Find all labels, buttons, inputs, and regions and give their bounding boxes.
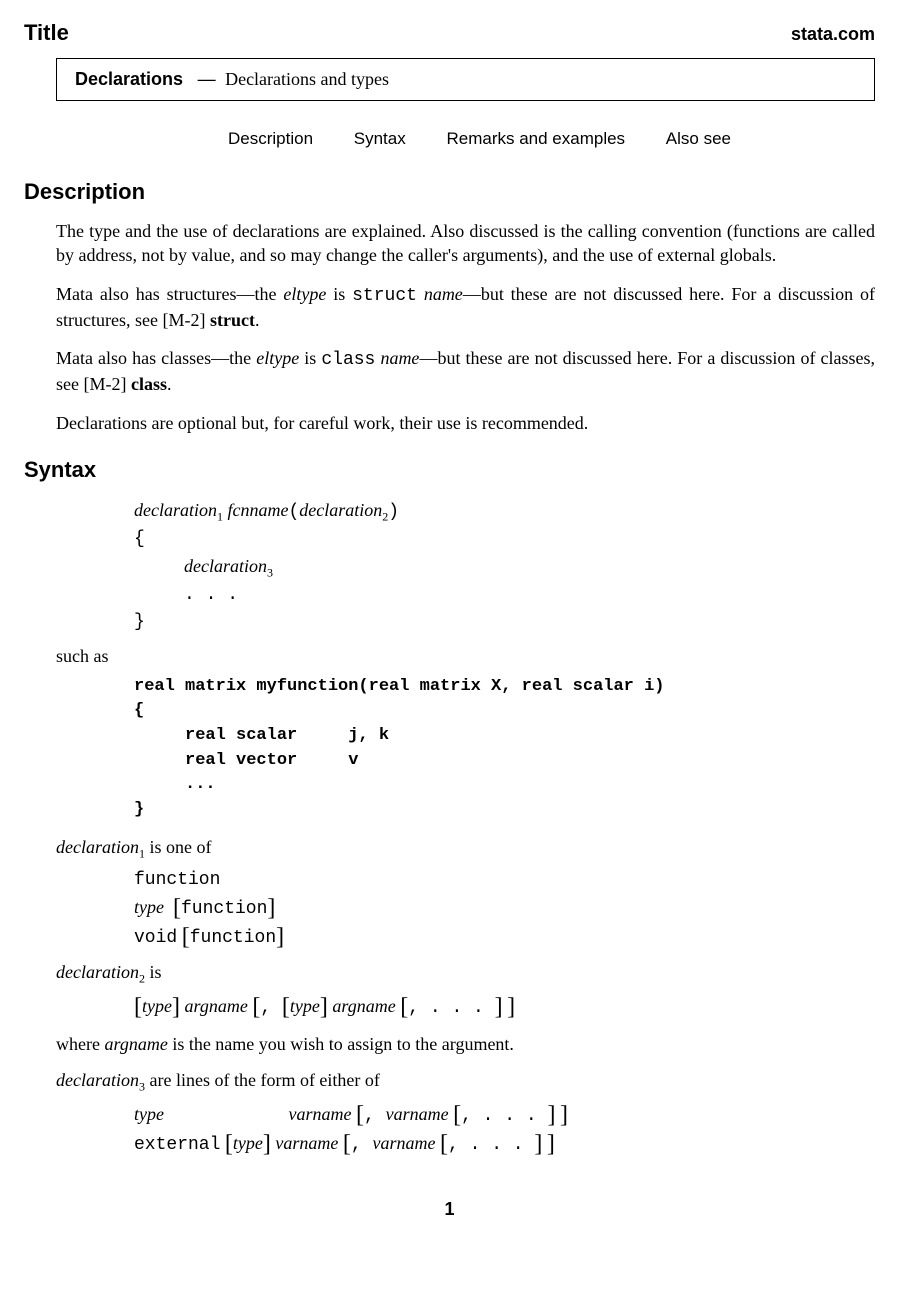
- section-description-heading: Description: [24, 179, 875, 205]
- page-title: Title: [24, 20, 69, 46]
- nav-syntax[interactable]: Syntax: [354, 129, 406, 148]
- declaration2-label: declaration2 is: [56, 962, 875, 987]
- such-as-label: such as: [56, 646, 875, 667]
- page-number: 1: [24, 1199, 875, 1220]
- section-syntax-heading: Syntax: [24, 457, 875, 483]
- desc-para-2: Mata also has structures—the eltype is s…: [56, 282, 875, 333]
- declaration3-grammar: type varname [, varname [, . . . ] ] ext…: [134, 1101, 875, 1159]
- box-desc: Declarations and types: [225, 69, 389, 89]
- argname-note: where argname is the name you wish to as…: [56, 1032, 875, 1056]
- declaration2-grammar: [type] argname [, [type] argname [, . . …: [134, 993, 875, 1022]
- declaration1-options: function type [function] void [function]: [134, 867, 875, 952]
- nav-remarks[interactable]: Remarks and examples: [446, 129, 625, 148]
- nav-also[interactable]: Also see: [666, 129, 731, 148]
- brand-label: stata.com: [791, 24, 875, 45]
- syntax-example-code: real matrix myfunction(real matrix X, re…: [134, 675, 875, 823]
- nav-links: Description Syntax Remarks and examples …: [24, 129, 875, 149]
- declaration1-label: declaration1 is one of: [56, 837, 875, 862]
- box-name: Declarations: [75, 69, 183, 89]
- title-box: Declarations — Declarations and types: [56, 58, 875, 101]
- desc-para-4: Declarations are optional but, for caref…: [56, 411, 875, 435]
- desc-para-1: The type and the use of declarations are…: [56, 219, 875, 268]
- box-separator: —: [188, 69, 221, 89]
- declaration3-label: declaration3 are lines of the form of ei…: [56, 1070, 875, 1095]
- desc-para-3: Mata also has classes—the eltype is clas…: [56, 346, 875, 397]
- header-row: Title stata.com: [24, 20, 875, 46]
- nav-description[interactable]: Description: [228, 129, 313, 148]
- syntax-grammar: declaration1 fcnname(declaration2) { dec…: [134, 497, 875, 636]
